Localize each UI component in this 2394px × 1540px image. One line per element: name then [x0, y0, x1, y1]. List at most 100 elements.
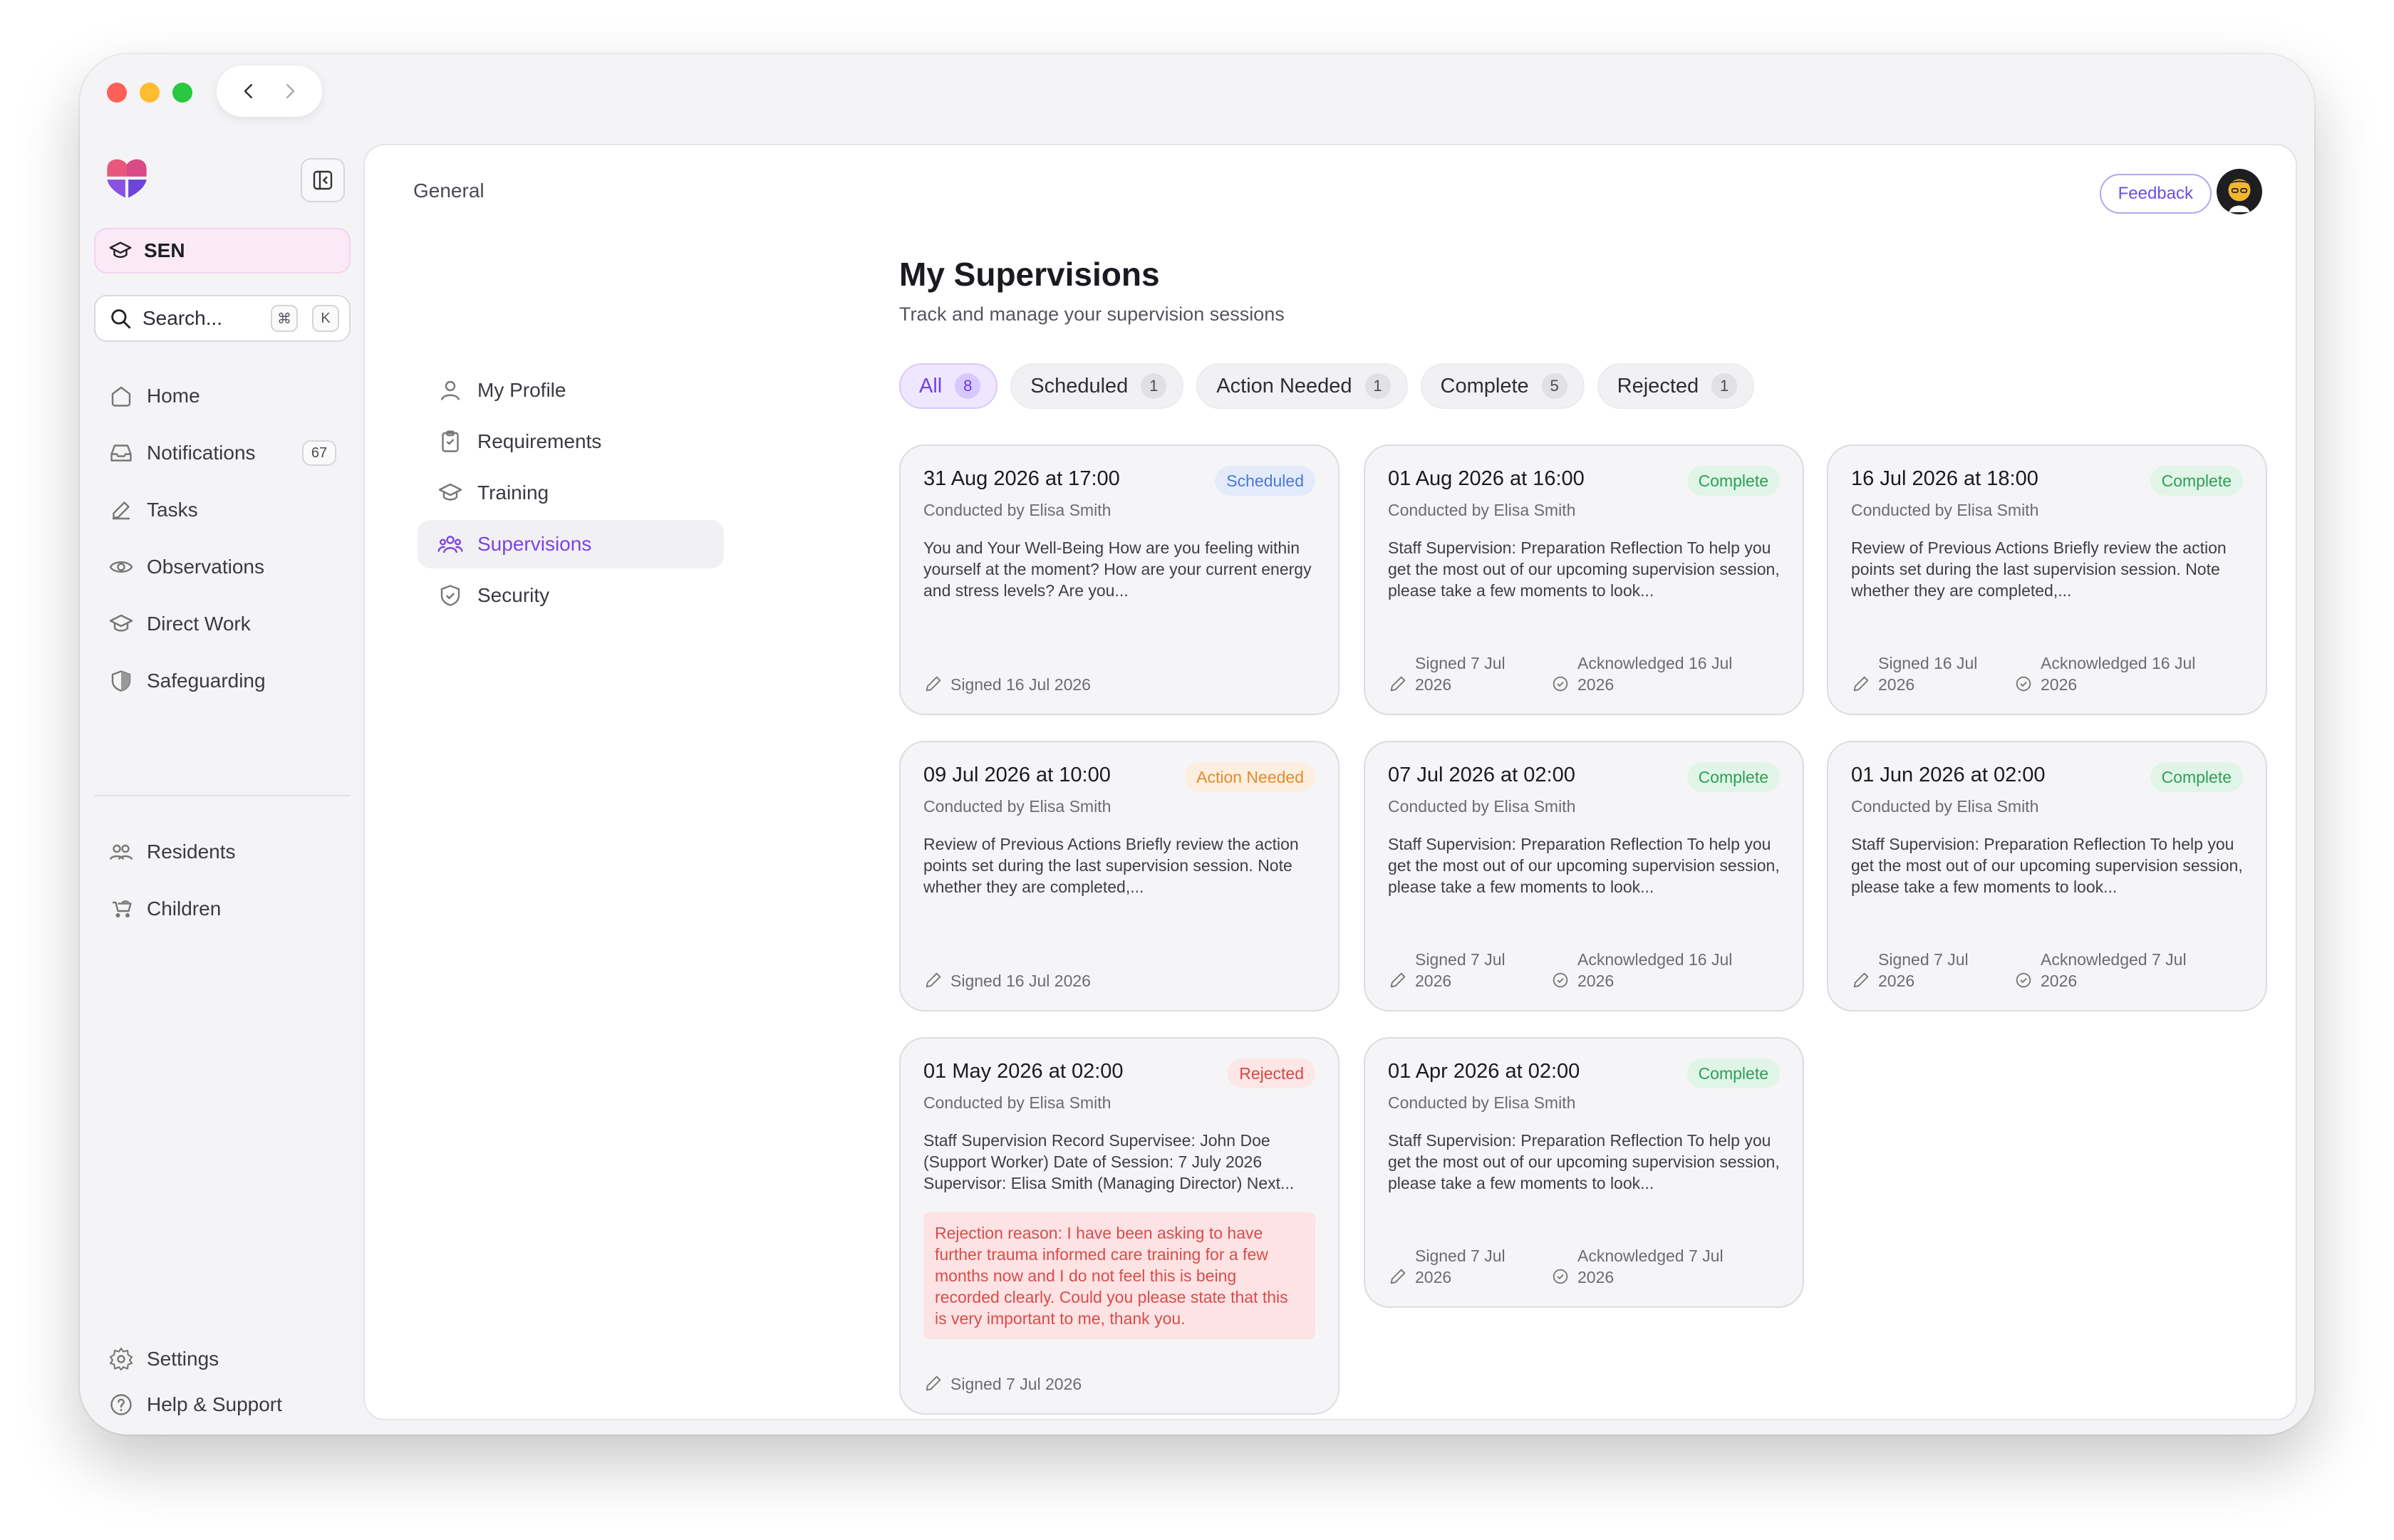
card-conductor: Conducted by Elisa Smith [923, 1093, 1112, 1112]
org-name: SEN [144, 239, 185, 261]
minimize-window-button[interactable] [140, 83, 160, 103]
feedback-button[interactable]: Feedback [2099, 174, 2212, 214]
signed-text: Signed 7 Jul 2026 [950, 1375, 1082, 1393]
card-footer: Signed 7 Jul 2026 Acknowledged 16 Jul 20… [1388, 949, 1780, 992]
tab-count-badge: 1 [1364, 373, 1391, 399]
card-footer: Signed 7 Jul 2026 [923, 1373, 1315, 1395]
card-summary: Staff Supervision: Preparation Reflectio… [1388, 539, 1780, 600]
graduation-cap-icon [438, 483, 462, 501]
sidebar-item-label: Tasks [147, 499, 198, 521]
edit-icon [113, 501, 130, 520]
sidebar-item-home[interactable]: Home [94, 368, 351, 425]
shortcut-key-cmd: ⌘ [271, 305, 298, 332]
supervision-card[interactable]: 01 May 2026 at 02:00 Conducted by Elisa … [899, 1037, 1340, 1415]
pencil-icon [1390, 676, 1406, 692]
tab-scheduled[interactable]: Scheduled 1 [1010, 363, 1184, 409]
signed-text: Signed 7 Jul 2026 [1878, 950, 1969, 990]
sidebar-item-safeguarding[interactable]: Safeguarding [94, 652, 351, 709]
close-window-button[interactable] [107, 83, 127, 103]
card-conductor: Conducted by Elisa Smith [1851, 797, 2039, 816]
back-arrow-icon[interactable] [238, 80, 259, 102]
settings-nav-supervisions[interactable]: Supervisions [418, 520, 724, 568]
sidebar-item-direct-work[interactable]: Direct Work [94, 595, 351, 652]
sidebar-header [103, 154, 345, 211]
supervision-card[interactable]: 31 Aug 2026 at 17:00 Conducted by Elisa … [899, 444, 1340, 715]
maximize-window-button[interactable] [172, 83, 192, 103]
collapse-sidebar-button[interactable] [301, 158, 345, 202]
sidebar-item-label: Children [147, 898, 222, 920]
signed-text: Signed 16 Jul 2026 [1878, 654, 1978, 694]
forward-arrow-icon[interactable] [279, 80, 301, 102]
sidebar-item-tasks[interactable]: Tasks [94, 482, 351, 539]
signed-info: Signed 16 Jul 2026 [923, 674, 1091, 695]
status-badge: Rejected [1228, 1058, 1315, 1088]
tab-complete[interactable]: Complete 5 [1420, 363, 1585, 409]
card-summary: Review of Previous Actions Briefly revie… [923, 835, 1299, 896]
tab-action-needed[interactable]: Action Needed 1 [1196, 363, 1408, 409]
brand-logo-icon [107, 159, 147, 198]
acknowledged-info: Acknowledged 16 Jul 2026 [1550, 652, 1748, 695]
supervision-card[interactable]: 07 Jul 2026 at 02:00 Conducted by Elisa … [1364, 741, 1804, 1011]
acknowledged-info: Acknowledged 7 Jul 2026 [2014, 949, 2212, 992]
pencil-icon [1390, 972, 1406, 988]
card-footer: Signed 16 Jul 2026 [923, 970, 1315, 992]
settings-nav-training[interactable]: Training [418, 469, 724, 517]
tab-count-badge: 1 [1141, 373, 1167, 399]
sidebar-item-notifications[interactable]: Notifications 67 [94, 425, 351, 482]
supervision-card[interactable]: 01 Jun 2026 at 02:00 Conducted by Elisa … [1827, 741, 2267, 1011]
supervision-card[interactable]: 16 Jul 2026 at 18:00 Conducted by Elisa … [1827, 444, 2267, 715]
status-badge: Complete [2150, 762, 2243, 792]
card-conductor: Conducted by Elisa Smith [1388, 1093, 1576, 1112]
supervision-card[interactable]: 01 Aug 2026 at 16:00 Conducted by Elisa … [1364, 444, 1804, 715]
sidebar-divider [94, 795, 351, 796]
pencil-icon [926, 676, 941, 692]
pencil-icon [926, 972, 941, 988]
pencil-icon [1853, 676, 1869, 692]
sidebar-item-help[interactable]: Help & Support [94, 1382, 351, 1427]
supervision-card[interactable]: 01 Apr 2026 at 02:00 Conducted by Elisa … [1364, 1037, 1804, 1308]
tab-all[interactable]: All 8 [899, 363, 998, 409]
settings-nav-label: Supervisions [477, 533, 592, 555]
tab-count-badge: 5 [1541, 373, 1568, 399]
breadcrumb[interactable]: General [413, 180, 484, 202]
sidebar-item-label: Residents [147, 841, 236, 863]
settings-nav-my-profile[interactable]: My Profile [418, 366, 724, 415]
user-icon [440, 380, 460, 400]
settings-nav-label: Training [477, 482, 549, 504]
notifications-count-badge: 67 [302, 440, 336, 466]
pencil-icon [926, 1375, 941, 1391]
card-footer: Signed 7 Jul 2026 Acknowledged 7 Jul 202… [1851, 949, 2243, 992]
supervision-card[interactable]: 09 Jul 2026 at 10:00 Conducted by Elisa … [899, 741, 1340, 1011]
signed-info: Signed 7 Jul 2026 [1388, 652, 1522, 695]
acknowledged-info: Acknowledged 7 Jul 2026 [1550, 1245, 1748, 1288]
search-input[interactable]: Search... ⌘ K [94, 295, 351, 342]
help-icon [110, 1394, 132, 1415]
settings-nav-requirements[interactable]: Requirements [418, 417, 724, 466]
home-icon [111, 386, 131, 407]
org-switcher[interactable]: SEN [94, 228, 351, 274]
team-icon [437, 536, 463, 553]
avatar[interactable] [2216, 168, 2263, 215]
tab-rejected[interactable]: Rejected 1 [1597, 363, 1755, 409]
graduation-cap-icon [109, 614, 133, 632]
sidebar-item-label: Help & Support [147, 1393, 282, 1415]
settings-nav-label: Requirements [477, 430, 602, 452]
settings-nav-security[interactable]: Security [418, 571, 724, 620]
graduation-cap-icon [109, 241, 132, 259]
signed-info: Signed 16 Jul 2026 [1851, 652, 1985, 695]
card-summary: Staff Supervision Record Supervisee: Joh… [923, 1131, 1295, 1192]
sidebar-item-settings[interactable]: Settings [94, 1336, 351, 1382]
card-summary: You and Your Well-Being How are you feel… [923, 539, 1312, 600]
acknowledged-text: Acknowledged 16 Jul 2026 [1577, 950, 1733, 990]
signed-info: Signed 7 Jul 2026 [1851, 949, 1985, 992]
settings-nav-label: Security [477, 584, 550, 606]
pencil-icon [1853, 972, 1869, 988]
sidebar-item-children[interactable]: Children [94, 880, 351, 937]
acknowledged-text: Acknowledged 16 Jul 2026 [2041, 654, 2196, 694]
stroller-icon [113, 900, 132, 917]
signed-text: Signed 7 Jul 2026 [1415, 1247, 1506, 1286]
clipboard-icon [442, 430, 459, 452]
sidebar-item-observations[interactable]: Observations [94, 539, 351, 595]
card-summary: Staff Supervision: Preparation Reflectio… [1388, 835, 1780, 896]
sidebar-item-residents[interactable]: Residents [94, 823, 351, 880]
